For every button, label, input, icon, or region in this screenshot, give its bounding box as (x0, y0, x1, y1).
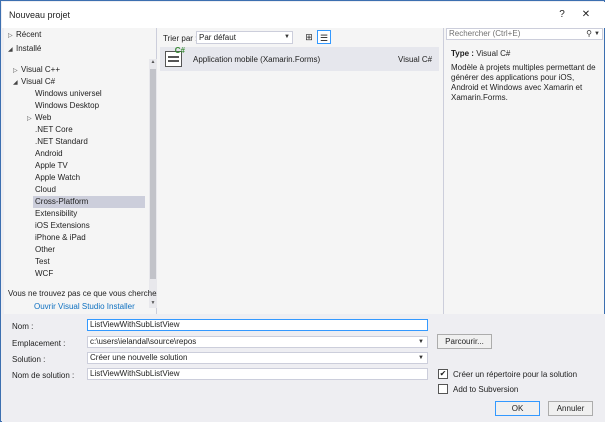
template-list-panel: Trier par : Par défaut ▼ ⊞ ☰ C# Applicat… (157, 28, 443, 314)
create-directory-checkbox[interactable]: ✔ (438, 369, 448, 379)
tree-item[interactable]: Other (35, 244, 55, 256)
tree-item[interactable]: Apple Watch (35, 172, 80, 184)
chevron-down-icon: ▼ (418, 355, 424, 361)
sort-label: Trier par : (163, 34, 198, 43)
tree-node-visual-cpp[interactable]: ▷ Visual C++ (13, 64, 60, 76)
tree-item[interactable]: Apple TV (35, 160, 68, 172)
name-label: Nom : (12, 322, 34, 331)
solution-name-input[interactable]: ListViewWithSubListView (87, 368, 428, 380)
browse-button[interactable]: Parcourir... (437, 334, 492, 349)
tree-node-installed[interactable]: ◢ Installé (8, 43, 41, 55)
location-label: Emplacement : (12, 339, 66, 348)
expand-arrow-icon[interactable]: ▷ (27, 113, 35, 125)
solution-name-label: Nom de solution : (12, 371, 75, 380)
title-bar: Nouveau projet ? ✕ (2, 2, 605, 28)
open-installer-link[interactable]: Ouvrir Visual Studio Installer (34, 302, 135, 311)
tree-scrollbar[interactable]: ▲ ▼ (149, 59, 157, 308)
tree-item[interactable]: iPhone & iPad (35, 232, 86, 244)
grid-view-icon[interactable]: ⊞ (302, 30, 316, 44)
scroll-up-icon[interactable]: ▲ (149, 59, 157, 67)
collapse-arrow-icon[interactable]: ◢ (13, 77, 21, 89)
project-name-input[interactable]: ListViewWithSubListView (87, 319, 428, 331)
template-details-panel: Rechercher (Ctrl+E) ⚲ ▼ Type : Visual C#… (443, 28, 604, 314)
tree-item[interactable]: iOS Extensions (35, 220, 90, 232)
tree-item[interactable]: Windows universel (35, 88, 102, 100)
template-tree-panel: ▷ Récent ◢ Installé ▷ Visual C++ ◢ Visual C#… (4, 28, 157, 314)
chevron-down-icon: ▼ (284, 34, 290, 40)
template-name: Application mobile (Xamarin.Forms) (193, 55, 321, 64)
xamarin-template-icon: C# (165, 46, 185, 67)
tree-item-selected[interactable]: Cross-Platform (33, 196, 145, 208)
tree-item[interactable]: .NET Core (35, 124, 73, 136)
template-item-selected[interactable]: C# Application mobile (Xamarin.Forms) Vi… (160, 46, 439, 71)
template-language: Visual C# (398, 55, 433, 64)
close-button[interactable]: ✕ (579, 8, 593, 22)
create-directory-label: Créer un répertoire pour la solution (453, 370, 578, 379)
tree-item[interactable]: Windows Desktop (35, 100, 99, 112)
tree-item[interactable]: Extensibility (35, 208, 77, 220)
new-project-dialog: Nouveau projet ? ✕ ▷ Récent ◢ Installé ▷ Vi… (0, 0, 605, 422)
tree-node-visual-csharp[interactable]: ◢ Visual C# (13, 76, 55, 88)
tree-item[interactable]: Cloud (35, 184, 56, 196)
cancel-button[interactable]: Annuler (548, 401, 593, 416)
help-button[interactable]: ? (555, 8, 569, 22)
solution-dropdown[interactable]: Créer une nouvelle solution ▼ (87, 352, 428, 364)
expand-arrow-icon[interactable]: ▷ (8, 30, 16, 42)
scrollbar-thumb[interactable] (150, 69, 156, 279)
location-dropdown[interactable]: c:\users\ielandal\source\repos ▼ (87, 336, 428, 348)
template-description: Modèle à projets multiples permettant de… (451, 63, 596, 102)
tree-item[interactable]: ▷ Web (27, 112, 51, 124)
search-input[interactable]: Rechercher (Ctrl+E) ⚲ ▼ (446, 28, 603, 40)
add-to-subversion-checkbox[interactable] (438, 384, 448, 394)
template-type: Type : Visual C# (451, 49, 511, 58)
tree-item[interactable]: Android (35, 148, 63, 160)
tree-item[interactable]: WCF (35, 268, 53, 280)
add-to-subversion-label: Add to Subversion (453, 385, 519, 394)
project-form: Nom : ListViewWithSubListView Emplacemen… (2, 314, 605, 422)
chevron-down-icon[interactable]: ▼ (594, 29, 600, 39)
tree-item[interactable]: .NET Standard (35, 136, 88, 148)
tree-node-recent[interactable]: ▷ Récent (8, 29, 41, 41)
chevron-down-icon: ▼ (418, 339, 424, 345)
not-found-text: Vous ne trouvez pas ce que vous cherchez… (8, 289, 168, 298)
list-view-icon[interactable]: ☰ (317, 30, 331, 44)
tree-item[interactable]: Test (35, 256, 50, 268)
sort-dropdown[interactable]: Par défaut ▼ (196, 31, 293, 44)
collapse-arrow-icon[interactable]: ◢ (8, 44, 16, 56)
scroll-down-icon[interactable]: ▼ (149, 300, 157, 308)
ok-button[interactable]: OK (495, 401, 540, 416)
search-icon[interactable]: ⚲ (586, 29, 592, 39)
dialog-title: Nouveau projet (9, 10, 71, 20)
solution-label: Solution : (12, 355, 46, 364)
